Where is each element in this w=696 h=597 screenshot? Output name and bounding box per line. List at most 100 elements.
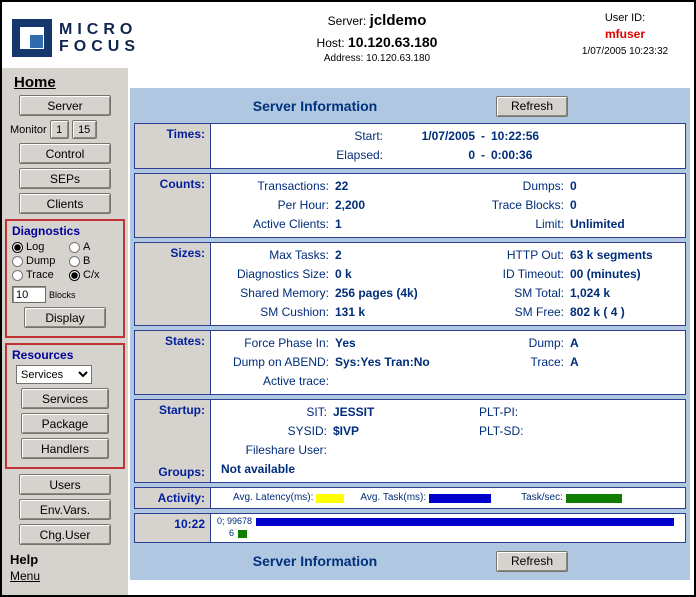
counts-content: Transactions: 22 Dumps: 0 Per Hour: 2,20…	[211, 174, 685, 237]
monitor-1-button[interactable]: 1	[50, 120, 69, 139]
field-value: 0:00:36	[491, 146, 581, 165]
help-label: Help	[10, 552, 128, 567]
startup-content: SIT: JESSIT PLT-PI: SYSID: $IVP PLT-SD: …	[211, 400, 685, 482]
field-label	[447, 372, 564, 391]
radio-a-label: A	[83, 241, 90, 253]
main-area: Server Information Refresh Times: Start:…	[128, 68, 694, 595]
diagnostics-radio-grid: Log A Dump B	[12, 241, 118, 281]
table-row: Active Clients: 1 Limit: Unlimited	[215, 215, 681, 234]
sample-time-label: 10:22	[135, 514, 211, 542]
table-row: Max Tasks: 2 HTTP Out: 63 k segments	[215, 246, 681, 265]
menu-link[interactable]: Menu	[10, 569, 128, 583]
page-header: MICRO FOCUS Server: jcldemo Host: 10.120…	[2, 2, 694, 68]
field-label: Limit:	[447, 215, 564, 234]
startup-section: Startup: Groups: SIT: JESSIT PLT-PI: SYS…	[134, 399, 686, 483]
tasksec-bar-icon	[566, 494, 622, 503]
field-label: PLT-SD:	[479, 422, 681, 441]
counts-section-label: Counts:	[135, 174, 211, 237]
field-value: $IVP	[327, 422, 479, 441]
field-value: Sys:Yes Tran:No	[329, 353, 447, 372]
task-label: Avg. Task(ms):	[360, 492, 426, 504]
field-label: Dumps:	[447, 177, 564, 196]
field-label: Active trace:	[215, 372, 329, 391]
body-row: Home Server Monitor 1 15 Control SEPs Cl…	[2, 68, 694, 595]
field-value	[564, 372, 681, 391]
package-button[interactable]: Package	[21, 413, 109, 434]
field-value	[327, 441, 479, 460]
field-label: ID Timeout:	[447, 265, 564, 284]
user-identity: User ID: mfuser 1/07/2005 10:23:32	[566, 7, 684, 68]
table-row: SYSID: $IVP PLT-SD:	[215, 422, 681, 441]
user-id-value: mfuser	[566, 27, 684, 43]
radio-a-input[interactable]	[69, 242, 80, 253]
radio-a[interactable]: A	[69, 241, 118, 253]
resources-box: Resources Services Services Package Hand…	[5, 343, 125, 469]
table-row: Force Phase In: Yes Dump: A	[215, 334, 681, 353]
field-value: 10:22:56	[491, 127, 581, 146]
resources-select[interactable]: Services	[16, 365, 92, 384]
refresh-button-bottom[interactable]: Refresh	[496, 551, 568, 572]
users-button[interactable]: Users	[19, 474, 111, 495]
refresh-button-top[interactable]: Refresh	[496, 96, 568, 117]
radio-dump-input[interactable]	[12, 256, 23, 267]
activity-section-label: Activity:	[135, 488, 211, 508]
control-button[interactable]: Control	[19, 143, 111, 164]
home-link[interactable]: Home	[14, 74, 128, 91]
handlers-button[interactable]: Handlers	[21, 438, 109, 459]
display-button[interactable]: Display	[24, 307, 106, 328]
server-label: Server:	[328, 14, 367, 28]
services-button[interactable]: Services	[21, 388, 109, 409]
latency-label: Avg. Latency(ms):	[233, 492, 313, 504]
table-row: Active trace:	[215, 372, 681, 391]
sample-content: 0; 99678 6	[211, 514, 685, 542]
groups-value: Not available	[215, 460, 681, 479]
table-row: Shared Memory: 256 pages (4k) SM Total: …	[215, 284, 681, 303]
field-label: SM Free:	[447, 303, 564, 322]
radio-trace-input[interactable]	[12, 270, 23, 281]
table-row: Per Hour: 2,200 Trace Blocks: 0	[215, 196, 681, 215]
sample-line-1: 0; 99678	[217, 516, 681, 527]
server-button[interactable]: Server	[19, 95, 111, 116]
task-bar-icon	[429, 494, 491, 503]
field-value	[329, 372, 447, 391]
field-label: SYSID:	[215, 422, 327, 441]
radio-log-label: Log	[26, 241, 44, 253]
field-label: PLT-PI:	[479, 403, 681, 422]
radio-b[interactable]: B	[69, 255, 118, 267]
microfocus-logo-icon	[12, 19, 52, 57]
startup-section-label: Startup: Groups:	[135, 400, 211, 482]
radio-cx[interactable]: C/x	[69, 269, 118, 281]
tasksec-label: Task/sec:	[521, 492, 563, 504]
chguser-button[interactable]: Chg.User	[19, 524, 111, 545]
field-label: Diagnostics Size:	[215, 265, 329, 284]
sample-line-2: 6	[217, 528, 681, 539]
clients-button[interactable]: Clients	[19, 193, 111, 214]
table-row: Dump on ABEND: Sys:Yes Tran:No Trace: A	[215, 353, 681, 372]
radio-cx-input[interactable]	[69, 270, 80, 281]
times-section-label: Times:	[135, 124, 211, 168]
address-line: Address: 10.120.63.180	[188, 52, 566, 67]
field-value: 2,200	[329, 196, 447, 215]
blocks-input[interactable]	[12, 286, 46, 303]
radio-log[interactable]: Log	[12, 241, 69, 253]
bottom-title: Server Information	[134, 553, 496, 569]
address-value: 10.120.63.180	[366, 53, 430, 64]
radio-trace[interactable]: Trace	[12, 269, 69, 281]
radio-log-input[interactable]	[12, 242, 23, 253]
times-row-start: Start: 1/07/2005 - 10:22:56	[215, 127, 681, 146]
address-label: Address:	[324, 53, 363, 64]
monitor-15-button[interactable]: 15	[72, 120, 97, 139]
bottom-title-bar: Server Information Refresh	[134, 548, 686, 574]
field-label: SIT:	[215, 403, 327, 422]
radio-dump[interactable]: Dump	[12, 255, 69, 267]
field-label: Trace:	[447, 353, 564, 372]
table-row: Fileshare User:	[215, 441, 681, 460]
radio-trace-label: Trace	[26, 269, 54, 281]
field-value: 1/07/2005	[383, 127, 475, 146]
field-value: Unlimited	[564, 215, 681, 234]
field-label: Transactions:	[215, 177, 329, 196]
field-label	[479, 441, 681, 460]
radio-b-input[interactable]	[69, 256, 80, 267]
seps-button[interactable]: SEPs	[19, 168, 111, 189]
envvars-button[interactable]: Env.Vars.	[19, 499, 111, 520]
